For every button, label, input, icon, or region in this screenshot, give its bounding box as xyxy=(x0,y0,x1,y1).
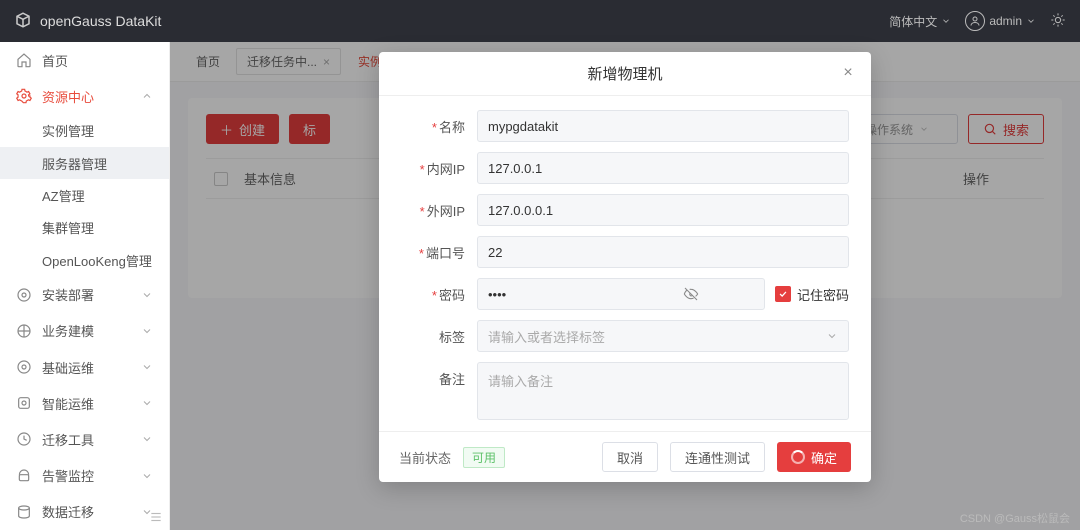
model-icon xyxy=(16,323,32,339)
remark-input[interactable] xyxy=(477,362,849,420)
connectivity-test-button[interactable]: 连通性测试 xyxy=(670,442,765,472)
chevron-down-icon xyxy=(141,470,153,482)
brand: openGauss DataKit xyxy=(14,11,161,32)
sidebar-item-resource[interactable]: 资源中心 xyxy=(0,78,169,114)
sidebar-item-label: 首页 xyxy=(42,51,68,70)
sidebar-item-alarm[interactable]: 告警监控 xyxy=(0,458,169,494)
name-input[interactable] xyxy=(477,110,849,142)
sidebar-item-instance[interactable]: 实例管理 xyxy=(0,114,169,146)
modal-body: *名称 *内网IP *外网IP *端口号 *密码 xyxy=(379,96,871,431)
chevron-down-icon xyxy=(141,433,153,445)
alarm-icon xyxy=(16,468,32,484)
chevron-down-icon xyxy=(1026,16,1036,26)
chevron-down-icon xyxy=(141,397,153,409)
sidebar-item-lookeng[interactable]: OpenLooKeng管理 xyxy=(0,244,169,276)
sidebar-item-label: OpenLooKeng管理 xyxy=(42,251,152,270)
sidebar-item-label: 数据迁移 xyxy=(42,502,94,521)
sidebar-item-cluster[interactable]: 集群管理 xyxy=(0,212,169,244)
field-label: 标签 xyxy=(439,330,465,345)
brand-title: openGauss DataKit xyxy=(40,13,161,29)
field-label: 端口号 xyxy=(426,246,465,261)
sidebar-item-server[interactable]: 服务器管理 xyxy=(0,147,169,179)
modal-title: 新增物理机 xyxy=(587,63,662,84)
sidebar: 首页 资源中心 实例管理 服务器管理 AZ管理 集群管理 OpenLooKeng… xyxy=(0,42,170,530)
sidebar-item-home[interactable]: 首页 xyxy=(0,42,169,78)
eye-off-icon[interactable] xyxy=(683,286,699,302)
password-input[interactable] xyxy=(477,278,765,310)
sidebar-item-label: 业务建模 xyxy=(42,321,94,340)
outer-ip-input[interactable] xyxy=(477,194,849,226)
field-label: 密码 xyxy=(439,288,465,303)
status-badge: 可用 xyxy=(463,447,505,468)
user-name: admin xyxy=(989,14,1022,28)
port-input[interactable] xyxy=(477,236,849,268)
lang-label: 简体中文 xyxy=(889,13,937,30)
gear-icon xyxy=(16,88,32,104)
modal-header: 新增物理机 × xyxy=(379,52,871,96)
watermark: CSDN @Gauss松鼠会 xyxy=(960,510,1070,526)
chevron-down-icon xyxy=(141,361,153,373)
sidebar-item-datamove[interactable]: 数据迁移 xyxy=(0,494,169,530)
chevron-down-icon xyxy=(826,330,838,342)
tool-icon xyxy=(16,431,32,447)
sidebar-item-label: AZ管理 xyxy=(42,186,85,205)
deploy-icon xyxy=(16,287,32,303)
sidebar-item-label: 集群管理 xyxy=(42,218,94,237)
sidebar-item-smartops[interactable]: 智能运维 xyxy=(0,385,169,421)
sidebar-item-label: 迁移工具 xyxy=(42,430,94,449)
chevron-down-icon xyxy=(141,325,153,337)
sidebar-item-label: 智能运维 xyxy=(42,394,94,413)
button-label: 确定 xyxy=(811,448,837,467)
smart-icon xyxy=(16,395,32,411)
sidebar-item-label: 资源中心 xyxy=(42,87,94,106)
field-label: 内网IP xyxy=(427,162,465,177)
topbar-right: 简体中文 admin xyxy=(889,11,1066,31)
chevron-down-icon xyxy=(141,289,153,301)
sidebar-item-label: 基础运维 xyxy=(42,358,94,377)
modal-overlay: 新增物理机 × *名称 *内网IP *外网IP *端口号 *密码 xyxy=(170,42,1080,530)
modal-footer: 当前状态 可用 取消 连通性测试 确定 xyxy=(379,431,871,482)
remember-password[interactable]: 记住密码 xyxy=(775,285,849,304)
tag-select[interactable]: 请输入或者选择标签 xyxy=(477,320,849,352)
checkbox-label: 记住密码 xyxy=(797,285,849,304)
datamove-icon xyxy=(16,504,32,520)
confirm-button[interactable]: 确定 xyxy=(777,442,851,472)
brand-icon xyxy=(14,11,32,32)
user-icon xyxy=(965,11,985,31)
button-label: 取消 xyxy=(617,448,643,467)
lang-switcher[interactable]: 简体中文 xyxy=(889,13,951,30)
loading-spinner-icon xyxy=(791,450,805,464)
sidebar-item-label: 实例管理 xyxy=(42,121,94,140)
top-bar: openGauss DataKit 简体中文 admin xyxy=(0,0,1080,42)
chevron-down-icon xyxy=(941,16,951,26)
status-label: 当前状态 xyxy=(399,448,451,467)
field-label: 备注 xyxy=(439,372,465,387)
field-label: 外网IP xyxy=(427,204,465,219)
modal: 新增物理机 × *名称 *内网IP *外网IP *端口号 *密码 xyxy=(379,52,871,482)
sidebar-item-biz[interactable]: 业务建模 xyxy=(0,313,169,349)
ops-icon xyxy=(16,359,32,375)
close-button[interactable]: × xyxy=(839,64,857,82)
field-label: 名称 xyxy=(439,120,465,135)
chevron-up-icon xyxy=(141,90,153,102)
select-placeholder: 请输入或者选择标签 xyxy=(488,327,605,346)
button-label: 连通性测试 xyxy=(685,448,750,467)
user-menu[interactable]: admin xyxy=(965,11,1036,31)
sidebar-item-install[interactable]: 安装部署 xyxy=(0,276,169,312)
sidebar-item-az[interactable]: AZ管理 xyxy=(0,179,169,211)
theme-toggle-icon[interactable] xyxy=(1050,12,1066,31)
sidebar-item-migratetool[interactable]: 迁移工具 xyxy=(0,421,169,457)
home-icon xyxy=(16,52,32,68)
sidebar-item-baseops[interactable]: 基础运维 xyxy=(0,349,169,385)
sidebar-item-label: 告警监控 xyxy=(42,466,94,485)
inner-ip-input[interactable] xyxy=(477,152,849,184)
sidebar-item-label: 服务器管理 xyxy=(42,154,107,173)
checkbox-checked-icon xyxy=(775,286,791,302)
collapse-icon[interactable] xyxy=(149,510,163,524)
cancel-button[interactable]: 取消 xyxy=(602,442,658,472)
sidebar-item-label: 安装部署 xyxy=(42,285,94,304)
